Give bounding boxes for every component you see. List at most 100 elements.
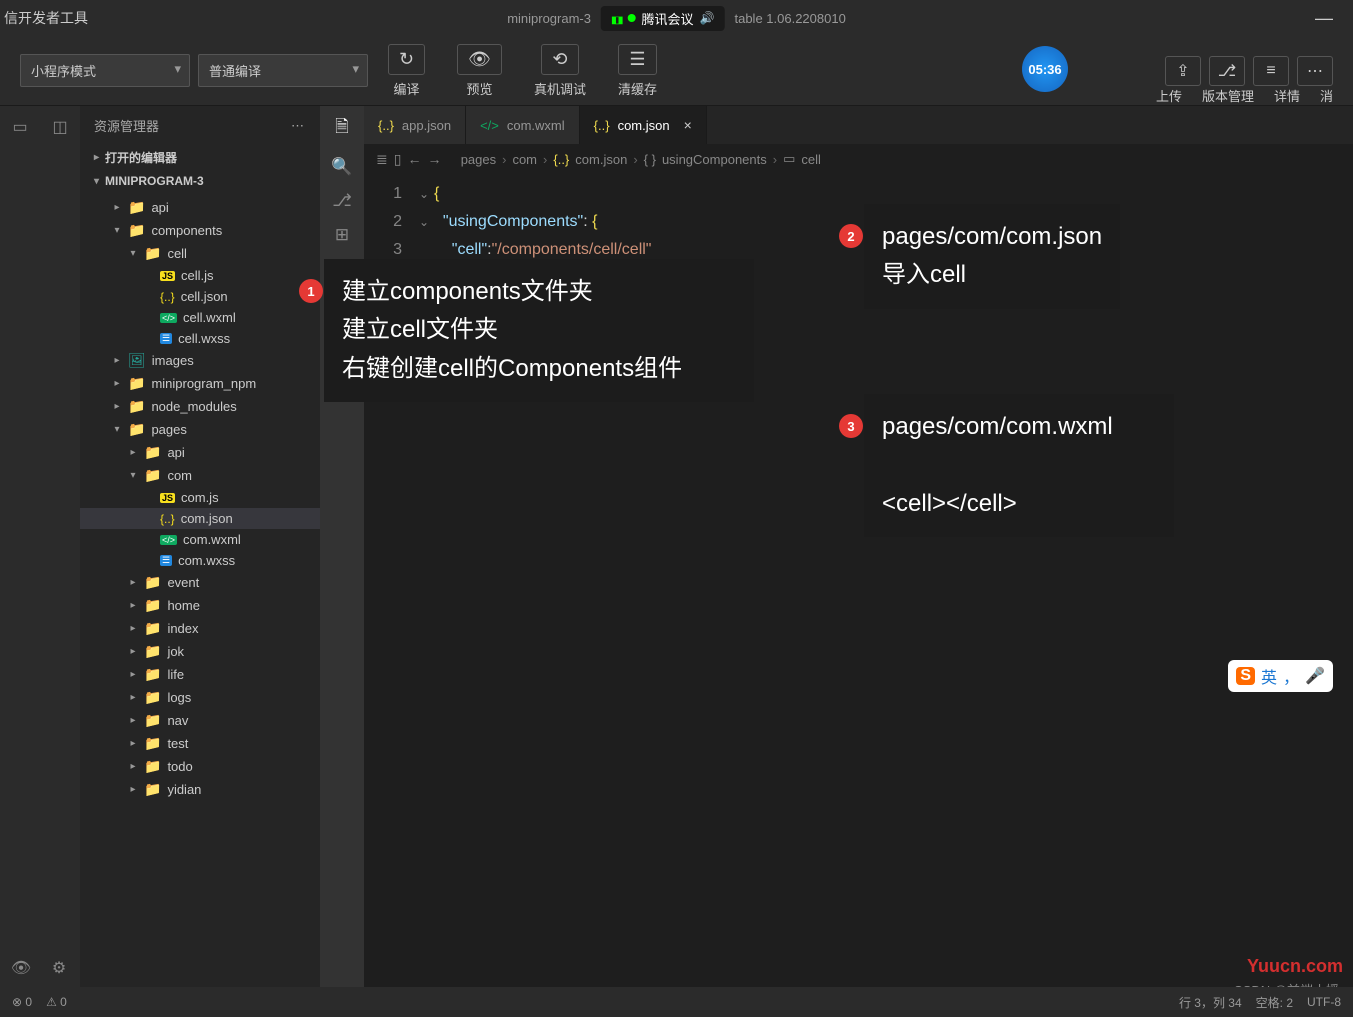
phone-icon[interactable]: ▭ <box>9 116 31 138</box>
statusbar: ⊗ 0 ⚠ 0 行 3，列 34 空格: 2 UTF-8 <box>0 987 1353 1017</box>
sidebar: 资源管理器⋯ 打开的编辑器 MINIPROGRAM-3 ▸📁api▾📁compo… <box>80 106 320 987</box>
annotation-3: pages/com/com.wxml <cell></cell> <box>864 394 1174 537</box>
badge-2: 2 <box>839 224 863 248</box>
titlebar: 信开发者工具 miniprogram-3 腾讯会议 🔊 table 1.06.2… <box>0 0 1353 36</box>
compile-select[interactable]: 普通编译 <box>198 54 368 87</box>
line-col[interactable]: 行 3，列 34 <box>1179 994 1242 1011</box>
eye-bottom-icon[interactable]: 👁 <box>10 957 32 979</box>
meeting-widget[interactable]: 腾讯会议 🔊 <box>601 6 724 31</box>
bc-seg[interactable]: cell <box>801 152 821 167</box>
back-icon[interactable]: ← <box>407 151 421 167</box>
search-icon[interactable]: 🔍 <box>331 157 352 177</box>
tree-item-cell[interactable]: ▾📁cell <box>80 242 320 265</box>
toolbar: 小程序模式 普通编译 ↻编译 👁预览 ⟲真机调试 ☰清缓存 05:36 ⇪ ⎇ … <box>0 36 1353 106</box>
tree-item-com-wxss[interactable]: ☰com.wxss <box>80 550 320 571</box>
encoding-info[interactable]: UTF-8 <box>1307 995 1341 1009</box>
speaker-icon: 🔊 <box>700 11 715 25</box>
timer-badge[interactable]: 05:36 <box>1022 46 1068 92</box>
git-icon[interactable]: ⎇ <box>332 191 352 211</box>
tree-item-logs[interactable]: ▸📁logs <box>80 686 320 709</box>
layers-icon: ☰ <box>618 44 656 75</box>
main: ▭ ◫ 👁 ⚙ 资源管理器⋯ 打开的编辑器 MINIPROGRAM-3 ▸📁ap… <box>0 106 1353 987</box>
upload-label: 上传 <box>1156 86 1182 105</box>
mic-icon: 🎤 <box>1305 666 1325 686</box>
tree-item-api[interactable]: ▸📁api <box>80 196 320 219</box>
bc-seg[interactable]: usingComponents <box>662 152 767 167</box>
watermark-text: Yuucn.com <box>1247 956 1343 977</box>
compile-button[interactable]: ↻编译 <box>376 40 437 102</box>
tree-item-test[interactable]: ▸📁test <box>80 732 320 755</box>
tab-com-wxml[interactable]: </>com.wxml <box>466 106 580 144</box>
bc-seg[interactable]: com <box>512 152 537 167</box>
menu-button[interactable]: ≡ <box>1253 56 1289 86</box>
tree-item-api[interactable]: ▸📁api <box>80 441 320 464</box>
bc-seg[interactable]: com.json <box>575 152 627 167</box>
tree-item-home[interactable]: ▸📁home <box>80 594 320 617</box>
explorer-icon[interactable]: 🗎 <box>335 114 349 143</box>
tree-item-node_modules[interactable]: ▸📁node_modules <box>80 395 320 418</box>
tree-item-cell-js[interactable]: JScell.js <box>80 265 320 286</box>
warnings-icon[interactable]: ⚠ 0 <box>46 995 67 1009</box>
panes-icon[interactable]: ◫ <box>49 116 71 138</box>
open-editors-section[interactable]: 打开的编辑器 <box>80 145 320 170</box>
tree-item-cell-wxml[interactable]: </>cell.wxml <box>80 307 320 328</box>
mode-select[interactable]: 小程序模式 <box>20 54 190 87</box>
tree-item-index[interactable]: ▸📁index <box>80 617 320 640</box>
bug-icon: ⟲ <box>541 44 578 75</box>
signal-icon <box>611 11 622 26</box>
close-icon[interactable]: × <box>684 117 692 133</box>
real-debug-button[interactable]: ⟲真机调试 <box>522 40 598 102</box>
minimize-button[interactable]: — <box>1315 8 1333 29</box>
extra-button[interactable]: ⋯ <box>1297 56 1333 86</box>
tree-item-todo[interactable]: ▸📁todo <box>80 755 320 778</box>
tree-item-com[interactable]: ▾📁com <box>80 464 320 487</box>
project-section[interactable]: MINIPROGRAM-3 <box>80 170 320 192</box>
json-icon: {..} <box>553 152 569 167</box>
errors-icon[interactable]: ⊗ 0 <box>12 995 32 1009</box>
indent-info[interactable]: 空格: 2 <box>1256 994 1293 1011</box>
bc-seg[interactable]: pages <box>461 152 496 167</box>
tree-item-com-wxml[interactable]: </>com.wxml <box>80 529 320 550</box>
meeting-label: 腾讯会议 <box>642 9 694 28</box>
settings-icon[interactable]: ⚙ <box>48 957 70 979</box>
tree-item-images[interactable]: ▸🖼images <box>80 349 320 372</box>
tree-item-miniprogram_npm[interactable]: ▸📁miniprogram_npm <box>80 372 320 395</box>
branch-button[interactable]: ⎇ <box>1209 56 1245 86</box>
tree-item-yidian[interactable]: ▸📁yidian <box>80 778 320 801</box>
tree-item-life[interactable]: ▸📁life <box>80 663 320 686</box>
editor-area: {..}app.json</>com.wxml{..}com.json× ≣ ▯… <box>364 106 1353 987</box>
project-name: miniprogram-3 <box>507 11 591 26</box>
code-editor[interactable]: 1234 ⌄⌄ { "usingComponents": { "cell":"/… <box>364 174 1353 987</box>
badge-3: 3 <box>839 414 863 438</box>
tree-item-cell-json[interactable]: {..}cell.json <box>80 286 320 307</box>
tree-item-pages[interactable]: ▾📁pages <box>80 418 320 441</box>
clear-cache-button[interactable]: ☰清缓存 <box>606 40 669 102</box>
extensions-icon[interactable]: ⊞ <box>335 225 349 245</box>
tab-app-json[interactable]: {..}app.json <box>364 106 466 144</box>
tree-item-components[interactable]: ▾📁components <box>80 219 320 242</box>
tree-item-jok[interactable]: ▸📁jok <box>80 640 320 663</box>
tree-item-com-json[interactable]: {..}com.json <box>80 508 320 529</box>
record-dot-icon <box>628 14 636 22</box>
badge-1: 1 <box>299 279 323 303</box>
list-icon[interactable]: ≣ <box>376 151 388 168</box>
activity-bar: 🗎 🔍 ⎇ ⊞ ☁ ⇥ <box>320 106 364 987</box>
braces-icon: { } <box>644 152 656 167</box>
ime-widget[interactable]: S 英 ， 🎤 <box>1228 660 1333 692</box>
tabs-bar: {..}app.json</>com.wxml{..}com.json× <box>364 106 1353 144</box>
tab-com-json[interactable]: {..}com.json× <box>580 106 707 144</box>
tree-item-cell-wxss[interactable]: ☰cell.wxss <box>80 328 320 349</box>
forward-icon[interactable]: → <box>427 151 441 167</box>
upload-button[interactable]: ⇪ <box>1165 56 1201 86</box>
sidebar-more-icon[interactable]: ⋯ <box>291 118 306 134</box>
tree-item-event[interactable]: ▸📁event <box>80 571 320 594</box>
annotation-1: 建立components文件夹 建立cell文件夹 右键创建cell的Compo… <box>324 259 754 402</box>
ime-mode: 英 <box>1261 664 1277 688</box>
version-label: 版本管理 <box>1202 86 1254 105</box>
tree-item-nav[interactable]: ▸📁nav <box>80 709 320 732</box>
eye-icon: 👁 <box>457 44 502 75</box>
tree-item-com-js[interactable]: JScom.js <box>80 487 320 508</box>
bookmark-icon[interactable]: ▯ <box>394 151 402 168</box>
version-label: table 1.06.2208010 <box>734 11 845 26</box>
preview-button[interactable]: 👁预览 <box>445 40 514 102</box>
